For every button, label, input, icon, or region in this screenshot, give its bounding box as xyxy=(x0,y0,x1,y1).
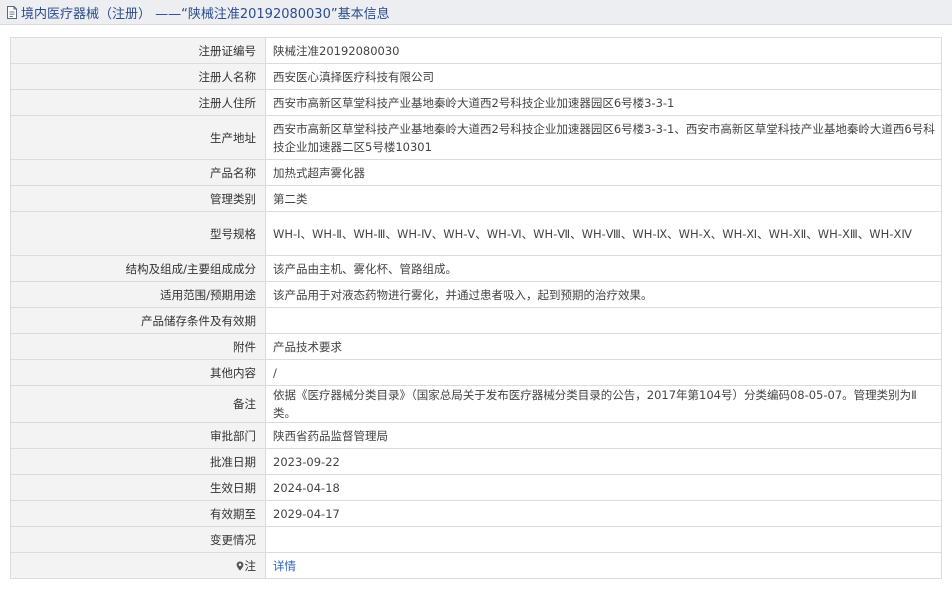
table-row: 有效期至 2029-04-17 xyxy=(10,500,942,527)
row-label: 管理类别 xyxy=(10,185,266,212)
row-value: 产品技术要求 xyxy=(265,333,942,360)
details-link[interactable]: 详情 xyxy=(273,559,296,573)
row-label: 产品储存条件及有效期 xyxy=(10,307,266,334)
table-row: 型号规格 WH-Ⅰ、WH-Ⅱ、WH-Ⅲ、WH-Ⅳ、WH-Ⅴ、WH-Ⅵ、WH-Ⅶ、… xyxy=(10,211,942,256)
row-label: 适用范围/预期用途 xyxy=(10,281,266,308)
row-value: 西安医心滇择医疗科技有限公司 xyxy=(265,63,942,90)
table-row: 结构及组成/主要组成成分 该产品由主机、雾化杯、管路组成。 xyxy=(10,255,942,282)
document-icon xyxy=(7,5,17,19)
row-value: 2029-04-17 xyxy=(265,500,942,527)
table-row: 产品名称 加热式超声雾化器 xyxy=(10,159,942,186)
table-row: 批准日期 2023-09-22 xyxy=(10,448,942,475)
row-value xyxy=(265,526,942,553)
row-label: 注册人名称 xyxy=(10,63,266,90)
table-row: 产品储存条件及有效期 xyxy=(10,307,942,334)
page-title: 境内医疗器械（注册） ——“陕械注准20192080030”基本信息 xyxy=(21,6,390,22)
row-label: 审批部门 xyxy=(10,422,266,449)
row-value: / xyxy=(265,359,942,386)
table-row: 生产地址 西安市高新区草堂科技产业基地秦岭大道西2号科技企业加速器园区6号楼3-… xyxy=(10,115,942,160)
row-value: WH-Ⅰ、WH-Ⅱ、WH-Ⅲ、WH-Ⅳ、WH-Ⅴ、WH-Ⅵ、WH-Ⅶ、WH-Ⅷ、… xyxy=(265,211,942,256)
note-label: 注 xyxy=(244,558,257,573)
row-label: 变更情况 xyxy=(10,526,266,553)
row-value: 陕械注准20192080030 xyxy=(265,37,942,64)
row-value: 2024-04-18 xyxy=(265,474,942,501)
row-value: 第二类 xyxy=(265,185,942,212)
table-row: 注册人名称 西安医心滇择医疗科技有限公司 xyxy=(10,63,942,90)
row-value: 陕西省药品监督管理局 xyxy=(265,422,942,449)
table-row: 注册证编号 陕械注准20192080030 xyxy=(10,37,942,64)
info-table: 注册证编号 陕械注准20192080030 注册人名称 西安医心滇择医疗科技有限… xyxy=(10,37,942,579)
table-row: 附件 产品技术要求 xyxy=(10,333,942,360)
note-row: 注 详情 xyxy=(10,552,942,579)
title-bar: 境内医疗器械（注册） ——“陕械注准20192080030”基本信息 xyxy=(0,0,952,25)
row-label: 附件 xyxy=(10,333,266,360)
row-label: 结构及组成/主要组成成分 xyxy=(10,255,266,282)
row-label: 注册人住所 xyxy=(10,89,266,116)
pin-icon xyxy=(236,561,243,570)
row-value: 该产品用于对液态药物进行雾化，并通过患者吸入，起到预期的治疗效果。 xyxy=(265,281,942,308)
note-value-cell: 详情 xyxy=(265,552,942,579)
table-row: 变更情况 xyxy=(10,526,942,553)
row-label: 批准日期 xyxy=(10,448,266,475)
row-value xyxy=(265,307,942,334)
row-label: 备注 xyxy=(10,385,266,423)
row-value: 该产品由主机、雾化杯、管路组成。 xyxy=(265,255,942,282)
table-row: 注册人住所 西安市高新区草堂科技产业基地秦岭大道西2号科技企业加速器园区6号楼3… xyxy=(10,89,942,116)
table-row: 审批部门 陕西省药品监督管理局 xyxy=(10,422,942,449)
row-label: 注册证编号 xyxy=(10,37,266,64)
row-label: 产品名称 xyxy=(10,159,266,186)
row-value: 西安市高新区草堂科技产业基地秦岭大道西2号科技企业加速器园区6号楼3-3-1、西… xyxy=(265,115,942,160)
row-label: 有效期至 xyxy=(10,500,266,527)
row-value: 西安市高新区草堂科技产业基地秦岭大道西2号科技企业加速器园区6号楼3-3-1 xyxy=(265,89,942,116)
row-label: 生产地址 xyxy=(10,115,266,160)
row-label: 生效日期 xyxy=(10,474,266,501)
table-row: 备注 依据《医疗器械分类目录》（国家总局关于发布医疗器械分类目录的公告，2017… xyxy=(10,385,942,423)
row-value: 2023-09-22 xyxy=(265,448,942,475)
table-row: 管理类别 第二类 xyxy=(10,185,942,212)
table-row: 其他内容 / xyxy=(10,359,942,386)
row-value: 加热式超声雾化器 xyxy=(265,159,942,186)
row-label: 型号规格 xyxy=(10,211,266,256)
row-label: 其他内容 xyxy=(10,359,266,386)
table-row: 生效日期 2024-04-18 xyxy=(10,474,942,501)
row-value: 依据《医疗器械分类目录》（国家总局关于发布医疗器械分类目录的公告，2017年第1… xyxy=(265,385,942,423)
note-label-cell: 注 xyxy=(10,552,266,579)
table-row: 适用范围/预期用途 该产品用于对液态药物进行雾化，并通过患者吸入，起到预期的治疗… xyxy=(10,281,942,308)
